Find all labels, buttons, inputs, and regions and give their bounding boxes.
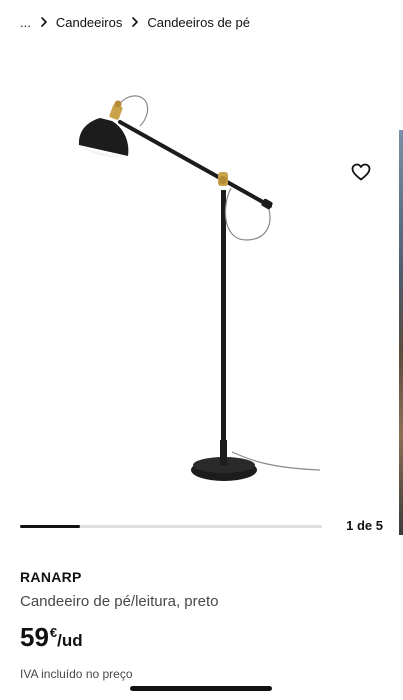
product-description: Candeeiro de pé/leitura, preto — [20, 593, 219, 610]
price-currency: € — [49, 625, 58, 640]
product-price: 59 € /ud — [20, 622, 83, 652]
product-image[interactable] — [0, 40, 403, 505]
product-page: ... Candeeiros Candeeiros de pé 1 de 5 R… — [0, 0, 403, 700]
vat-note: IVA incluído no preço — [20, 667, 133, 681]
breadcrumb-item-more[interactable]: ... — [20, 15, 31, 30]
home-indicator[interactable] — [130, 686, 272, 691]
next-image-peek[interactable] — [399, 130, 403, 535]
gallery-progress-fill — [20, 525, 81, 528]
price-unit: /ud — [57, 631, 83, 650]
breadcrumb: ... Candeeiros Candeeiros de pé — [20, 12, 250, 32]
chevron-right-icon — [40, 17, 48, 27]
gallery-page-counter: 1 de 5 — [346, 518, 383, 533]
heart-outline-icon — [351, 163, 371, 181]
product-image-gallery[interactable] — [0, 40, 403, 535]
favourite-button[interactable] — [345, 156, 377, 188]
breadcrumb-item-candeeiros-de-pe[interactable]: Candeeiros de pé — [147, 15, 250, 30]
chevron-right-icon — [131, 17, 139, 27]
breadcrumb-item-candeeiros[interactable]: Candeeiros — [56, 15, 123, 30]
product-name[interactable]: RANARP — [20, 569, 82, 585]
gallery-progress-bar — [20, 525, 322, 528]
price-amount: 59 — [20, 622, 49, 652]
